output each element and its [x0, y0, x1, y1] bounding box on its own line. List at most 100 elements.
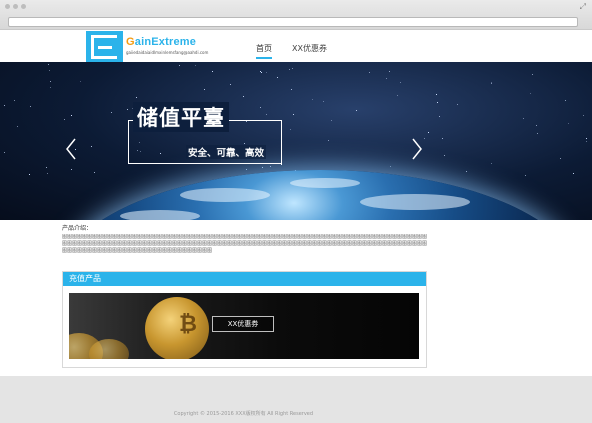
star — [444, 155, 445, 156]
chevron-left-icon[interactable] — [64, 137, 78, 161]
window-controls — [5, 4, 26, 9]
cloud — [120, 210, 200, 220]
star — [523, 118, 524, 119]
star — [270, 166, 271, 167]
star — [111, 112, 112, 113]
star — [91, 146, 92, 147]
site-header: GainExtreme gaiiedaidaiaidlmxinlemsfang@… — [0, 30, 592, 63]
star — [136, 97, 137, 98]
logo-icon[interactable] — [86, 31, 123, 63]
star — [436, 94, 437, 95]
star — [71, 115, 72, 116]
web-page: GainExtreme gaiiedaidaiaidlmxinlemsfang@… — [0, 30, 592, 423]
browser-window: ⤢ GainExtreme gaiiedaidaiaidlmxinlemsfan… — [0, 0, 592, 423]
star — [17, 126, 18, 127]
star — [94, 172, 95, 173]
product-panel: 充值产品 ₿ XX优惠券 — [62, 271, 427, 368]
cloud — [180, 188, 270, 202]
star — [586, 138, 587, 139]
address-bar[interactable] — [8, 17, 578, 27]
star — [560, 158, 561, 159]
star — [71, 169, 72, 170]
star — [50, 87, 51, 88]
star — [266, 72, 267, 73]
star — [389, 71, 390, 72]
star — [565, 100, 566, 101]
star — [428, 132, 429, 133]
resize-icon[interactable]: ⤢ — [580, 2, 586, 12]
star — [49, 70, 50, 71]
window-dot[interactable] — [21, 4, 26, 9]
star — [525, 175, 526, 176]
star — [328, 140, 329, 141]
window-dot[interactable] — [13, 4, 18, 9]
star — [230, 84, 231, 85]
star — [537, 133, 538, 134]
coupon-button[interactable]: XX优惠券 — [212, 316, 274, 332]
window-dot[interactable] — [5, 4, 10, 9]
star — [277, 77, 278, 78]
intro-text: 图图图图图图图图图图图图图图图图图图图图图图图图图图图图图图图图图图图图图图图图… — [62, 234, 428, 254]
star — [260, 107, 261, 108]
star — [532, 74, 533, 75]
logo-first-letter: G — [126, 36, 135, 48]
star — [30, 106, 31, 107]
star — [195, 65, 196, 66]
star — [386, 78, 387, 79]
star — [397, 95, 398, 96]
star — [323, 101, 324, 102]
star — [266, 114, 267, 115]
star — [290, 129, 291, 130]
star — [568, 123, 569, 124]
cloud — [360, 194, 470, 210]
star — [457, 104, 458, 105]
star — [179, 65, 180, 66]
star — [437, 102, 438, 103]
browser-toolbar: ⤢ — [0, 0, 592, 30]
star — [14, 100, 15, 101]
star — [573, 173, 574, 174]
star — [261, 72, 262, 73]
nav-item-coupon[interactable]: XX优惠券 — [292, 43, 327, 59]
star — [530, 93, 531, 94]
star — [291, 89, 292, 90]
logo-e-glyph — [91, 35, 117, 59]
star — [260, 71, 261, 72]
logo-rest: ainExtreme — [134, 36, 197, 48]
star — [586, 141, 587, 142]
star — [292, 68, 293, 69]
bitcoin-product-image[interactable]: ₿ XX优惠券 — [69, 293, 419, 359]
banner-subslogan: 安全、可靠、高效 — [186, 145, 267, 159]
logo-subtext: gaiiedaidaiaidlmxinlemsfang@aahdi.com — [126, 50, 209, 55]
intro-label: 产品介绍： — [62, 225, 93, 232]
hero-banner: 储值平臺 安全、可靠、高效 — [0, 62, 592, 220]
star — [390, 166, 391, 167]
logo-title[interactable]: GainExtreme — [126, 36, 196, 48]
chevron-right-icon[interactable] — [410, 137, 424, 161]
star — [204, 89, 205, 90]
earth-image — [60, 170, 580, 220]
site-footer: Copyright © 2015-2016 XXX版权所有 All Right … — [0, 376, 592, 423]
star — [127, 109, 128, 110]
product-panel-title: 充值产品 — [63, 272, 426, 286]
main-content: 产品介绍： 图图图图图图图图图图图图图图图图图图图图图图图图图图图图图图图图图图… — [0, 220, 592, 376]
star — [246, 169, 247, 170]
cloud — [290, 178, 360, 188]
star — [491, 83, 492, 84]
banner-slogan: 储值平臺 — [133, 102, 229, 132]
star — [442, 138, 443, 139]
star — [331, 120, 332, 121]
star — [4, 152, 5, 153]
star — [80, 81, 81, 82]
nav-item-home[interactable]: 首页 — [256, 43, 272, 59]
star — [46, 167, 47, 168]
star — [356, 110, 357, 111]
coin — [89, 339, 129, 359]
star — [4, 105, 5, 106]
copyright-text: Copyright © 2015-2016 XXX版权所有 All Right … — [173, 411, 314, 417]
star — [212, 71, 213, 72]
star — [243, 96, 244, 97]
main-nav: 首页 XX优惠券 — [256, 43, 327, 59]
star — [262, 167, 263, 168]
star — [439, 116, 440, 117]
